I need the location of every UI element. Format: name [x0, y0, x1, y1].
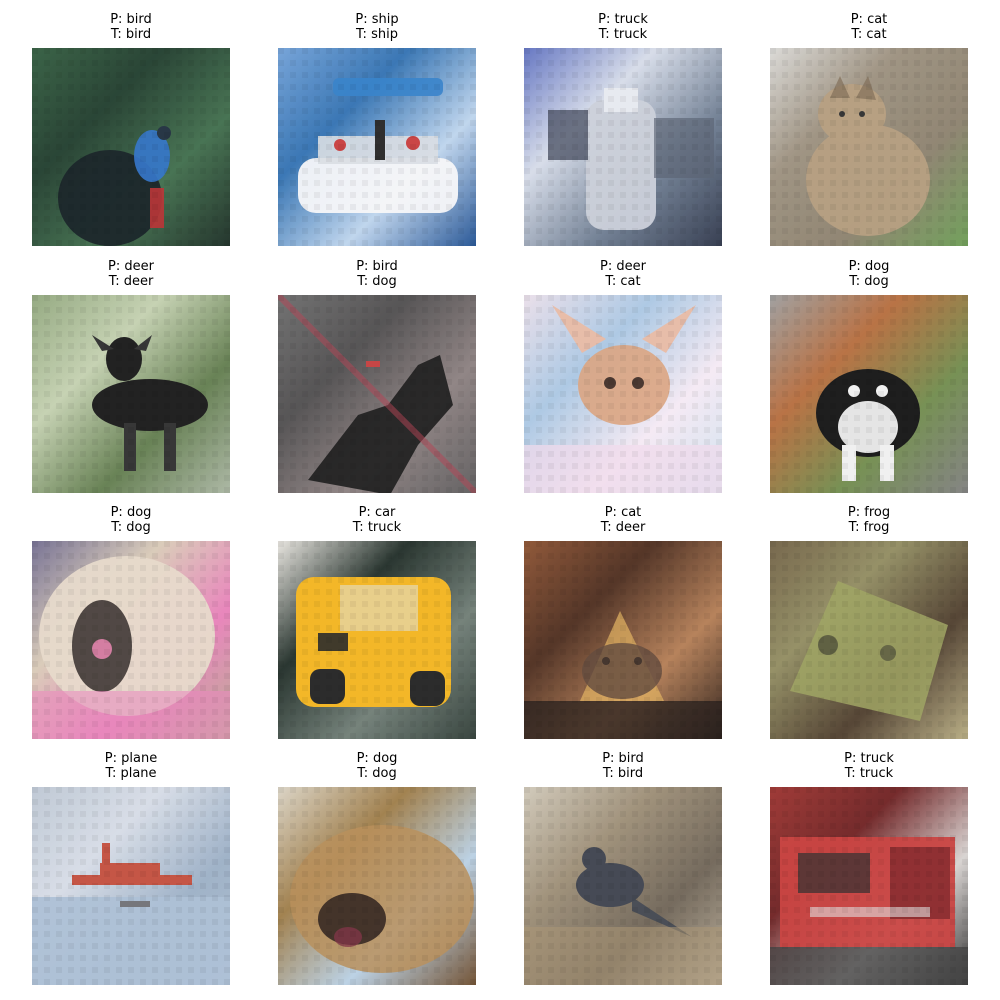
predicted-label: P: dog: [110, 505, 152, 520]
true-label: T: dog: [849, 274, 889, 289]
pixel-texture: [524, 295, 722, 493]
predicted-label: P: bird: [110, 12, 152, 27]
sample-image: [278, 541, 476, 739]
sample-image: [32, 48, 230, 246]
thumbnail-image: [524, 48, 722, 246]
thumbnail-image: [524, 541, 722, 739]
thumbnail-image: [770, 787, 968, 985]
predicted-label: P: dog: [848, 259, 890, 274]
predicted-label: P: bird: [356, 259, 398, 274]
true-label: T: ship: [356, 27, 398, 42]
thumbnail-image: [278, 48, 476, 246]
true-label: T: dog: [357, 766, 397, 781]
thumbnail-image: [278, 541, 476, 739]
true-label: T: deer: [108, 274, 154, 289]
pixel-texture: [524, 787, 722, 985]
sample-image: [770, 541, 968, 739]
image-grid: P: bird T: bird P: ship T: ship P: truck T: t…: [0, 0, 1000, 1000]
pixel-texture: [524, 541, 722, 739]
thumbnail-image: [770, 48, 968, 246]
thumbnail-image: [770, 541, 968, 739]
thumbnail-image: [32, 48, 230, 246]
sample-image: [524, 787, 722, 985]
predicted-label: P: frog: [847, 505, 891, 520]
sample-caption: P: deer T: deer: [32, 259, 230, 289]
pixel-texture: [524, 48, 722, 246]
true-label: T: plane: [105, 766, 157, 781]
predicted-label: P: deer: [108, 259, 154, 274]
predicted-label: P: dog: [356, 751, 398, 766]
sample-caption: P: plane T: plane: [32, 751, 230, 781]
sample-caption: P: bird T: dog: [278, 259, 476, 289]
predicted-label: P: cat: [604, 505, 642, 520]
pixel-texture: [278, 787, 476, 985]
true-label: T: dog: [111, 520, 151, 535]
sample-caption: P: car T: truck: [278, 505, 476, 535]
true-label: T: bird: [602, 766, 644, 781]
thumbnail-image: [32, 295, 230, 493]
thumbnail-image: [278, 787, 476, 985]
sample-caption: P: ship T: ship: [278, 12, 476, 42]
sample-image: [770, 787, 968, 985]
sample-caption: P: bird T: bird: [32, 12, 230, 42]
sample-image: [524, 48, 722, 246]
sample-image: [278, 787, 476, 985]
sample-caption: P: dog T: dog: [770, 259, 968, 289]
true-label: T: truck: [598, 27, 648, 42]
true-label: T: frog: [848, 520, 890, 535]
predicted-label: P: bird: [602, 751, 644, 766]
predicted-label: P: deer: [600, 259, 646, 274]
sample-image: [278, 48, 476, 246]
thumbnail-image: [524, 787, 722, 985]
predicted-label: P: ship: [355, 12, 399, 27]
thumbnail-image: [770, 295, 968, 493]
sample-image: [770, 48, 968, 246]
sample-caption: P: truck T: truck: [524, 12, 722, 42]
sample-caption: P: dog T: dog: [32, 505, 230, 535]
sample-caption: P: bird T: bird: [524, 751, 722, 781]
pixel-texture: [32, 48, 230, 246]
true-label: T: truck: [352, 520, 402, 535]
sample-caption: P: truck T: truck: [770, 751, 968, 781]
pixel-texture: [770, 541, 968, 739]
pixel-texture: [770, 48, 968, 246]
sample-caption: P: deer T: cat: [524, 259, 722, 289]
predicted-label: P: car: [358, 505, 396, 520]
true-label: T: dog: [357, 274, 397, 289]
predicted-label: P: truck: [598, 12, 648, 27]
thumbnail-image: [524, 295, 722, 493]
pixel-texture: [32, 295, 230, 493]
predicted-label: P: cat: [850, 12, 888, 27]
predicted-label: P: truck: [844, 751, 894, 766]
true-label: T: cat: [851, 27, 887, 42]
pixel-texture: [278, 295, 476, 493]
pixel-texture: [32, 541, 230, 739]
thumbnail-image: [278, 295, 476, 493]
pixel-texture: [278, 541, 476, 739]
thumbnail-image: [32, 787, 230, 985]
pixel-texture: [770, 787, 968, 985]
sample-image: [32, 295, 230, 493]
true-label: T: cat: [605, 274, 641, 289]
sample-caption: P: cat T: deer: [524, 505, 722, 535]
thumbnail-image: [32, 541, 230, 739]
pixel-texture: [770, 295, 968, 493]
sample-image: [770, 295, 968, 493]
true-label: T: deer: [600, 520, 646, 535]
sample-image: [32, 787, 230, 985]
predicted-label: P: plane: [104, 751, 158, 766]
sample-caption: P: cat T: cat: [770, 12, 968, 42]
sample-image: [32, 541, 230, 739]
sample-caption: P: frog T: frog: [770, 505, 968, 535]
pixel-texture: [32, 787, 230, 985]
sample-image: [524, 295, 722, 493]
sample-caption: P: dog T: dog: [278, 751, 476, 781]
sample-image: [524, 541, 722, 739]
sample-image: [278, 295, 476, 493]
true-label: T: truck: [844, 766, 894, 781]
true-label: T: bird: [110, 27, 152, 42]
pixel-texture: [278, 48, 476, 246]
